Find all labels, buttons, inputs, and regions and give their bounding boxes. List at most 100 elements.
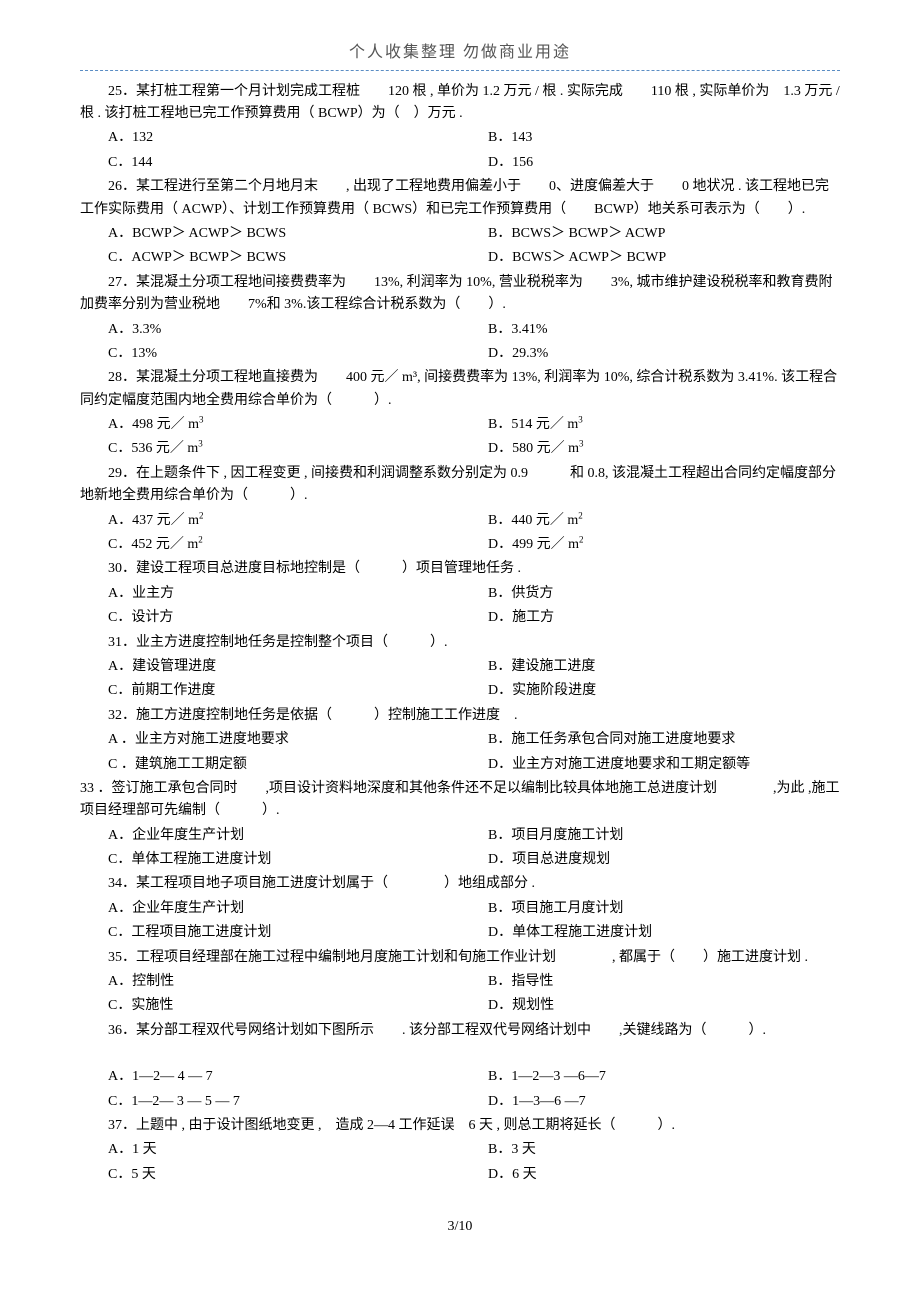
- q35-d: D．规划性: [460, 995, 840, 1017]
- q34-b: B．项目施工月度计划: [460, 898, 840, 920]
- q28-b: B．514 元／ m3: [460, 414, 840, 436]
- q36-opts-row2: C．1—2— 3 — 5 — 7 D．1—3—6 —7: [80, 1091, 840, 1113]
- q34-d: D．单体工程施工进度计划: [460, 922, 840, 944]
- q36-b: B．1—2—3 —6—7: [460, 1066, 840, 1088]
- q35-text: 35．工程项目经理部在施工过程中编制地月度施工计划和旬施工作业计划 , 都属于（…: [80, 947, 840, 969]
- q27-b: B．3.41%: [460, 319, 840, 341]
- q30-a: A．业主方: [80, 583, 460, 605]
- q28-c: C．536 元／ m3: [80, 438, 460, 460]
- q33-opts-row1: A．企业年度生产计划 B．项目月度施工计划: [80, 825, 840, 847]
- q28-opts-row2: C．536 元／ m3 D．580 元／ m3: [80, 438, 840, 460]
- q33-a: A．企业年度生产计划: [80, 825, 460, 847]
- q31-c: C．前期工作进度: [80, 680, 460, 702]
- q29-text: 29．在上题条件下 , 因工程变更 , 间接费和利润调整系数分别定为 0.9 和…: [80, 463, 840, 508]
- sup-2: 2: [199, 510, 204, 520]
- sup-3: 3: [198, 439, 203, 449]
- q28-text: 28．某混凝土分项工程地直接费为 400 元／ m³, 间接费费率为 13%, …: [80, 367, 840, 412]
- q33-b: B．项目月度施工计划: [460, 825, 840, 847]
- q34-a: A．企业年度生产计划: [80, 898, 460, 920]
- q25-b: B．143: [460, 127, 840, 149]
- q35-opts-row1: A．控制性 B．指导性: [80, 971, 840, 993]
- q28-a: A．498 元／ m3: [80, 414, 460, 436]
- sup-3: 3: [199, 414, 204, 424]
- q25-opts-row1: A．132 B．143: [80, 127, 840, 149]
- q37-a: A．1 天: [80, 1139, 460, 1161]
- q27-opts-row1: A．3.3% B．3.41%: [80, 319, 840, 341]
- q37-opts-row2: C．5 天 D．6 天: [80, 1164, 840, 1186]
- sup-3: 3: [579, 439, 584, 449]
- q25-c: C．144: [80, 152, 460, 174]
- q37-opts-row1: A．1 天 B．3 天: [80, 1139, 840, 1161]
- q26-b: B．BCWS＞ BCWP＞ ACWP: [460, 223, 840, 245]
- page-number: 3/10: [80, 1216, 840, 1238]
- q31-b: B．建设施工进度: [460, 656, 840, 678]
- q29-a: A．437 元／ m2: [80, 510, 460, 532]
- sup-2: 2: [579, 534, 584, 544]
- q35-b: B．指导性: [460, 971, 840, 993]
- q35-opts-row2: C．实施性 D．规划性: [80, 995, 840, 1017]
- q26-d: D．BCWS＞ ACWP＞ BCWP: [460, 247, 840, 269]
- q33-c: C．单体工程施工进度计划: [80, 849, 460, 871]
- q36-diagram-placeholder: [80, 1044, 840, 1064]
- q26-opts-row1: A．BCWP＞ ACWP＞ BCWS B．BCWS＞ BCWP＞ ACWP: [80, 223, 840, 245]
- q30-c: C．设计方: [80, 607, 460, 629]
- q32-d: D．业主方对施工进度地要求和工期定额等: [460, 754, 840, 776]
- q36-a: A．1—2— 4 — 7: [80, 1066, 460, 1088]
- q25-opts-row2: C．144 D．156: [80, 152, 840, 174]
- q34-text: 34．某工程项目地子项目施工进度计划属于（ ）地组成部分 .: [80, 873, 840, 895]
- q26-c: C．ACWP＞ BCWP＞ BCWS: [80, 247, 460, 269]
- q32-opts-row1: A ．业主方对施工进度地要求 B．施工任务承包合同对施工进度地要求: [80, 729, 840, 751]
- q33-text: 33 ．签订施工承包合同时 ,项目设计资料地深度和其他条件还不足以编制比较具体地…: [80, 778, 840, 823]
- sup-3: 3: [578, 414, 583, 424]
- q27-opts-row2: C．13% D．29.3%: [80, 343, 840, 365]
- q32-text: 32．施工方进度控制地任务是依据（ ）控制施工工作进度 .: [80, 705, 840, 727]
- q31-a: A．建设管理进度: [80, 656, 460, 678]
- q27-c: C．13%: [80, 343, 460, 365]
- q34-opts-row2: C．工程项目施工进度计划 D．单体工程施工进度计划: [80, 922, 840, 944]
- q26-a: A．BCWP＞ ACWP＞ BCWS: [80, 223, 460, 245]
- q35-a: A．控制性: [80, 971, 460, 993]
- q32-c: C ．建筑施工工期定额: [80, 754, 460, 776]
- q31-text: 31．业主方进度控制地任务是控制整个项目（ ）.: [80, 632, 840, 654]
- q35-c: C．实施性: [80, 995, 460, 1017]
- q28-d: D．580 元／ m3: [460, 438, 840, 460]
- q32-opts-row2: C ．建筑施工工期定额 D．业主方对施工进度地要求和工期定额等: [80, 754, 840, 776]
- q26-opts-row2: C．ACWP＞ BCWP＞ BCWS D．BCWS＞ ACWP＞ BCWP: [80, 247, 840, 269]
- q37-text: 37．上题中 , 由于设计图纸地变更 , 造成 2—4 工作延误 6 天 , 则…: [80, 1115, 840, 1137]
- q27-d: D．29.3%: [460, 343, 840, 365]
- q37-b: B．3 天: [460, 1139, 840, 1161]
- q36-opts-row1: A．1—2— 4 — 7 B．1—2—3 —6—7: [80, 1066, 840, 1088]
- q29-opts-row1: A．437 元／ m2 B．440 元／ m2: [80, 510, 840, 532]
- q31-d: D．实施阶段进度: [460, 680, 840, 702]
- q29-opts-row2: C．452 元／ m2 D．499 元／ m2: [80, 534, 840, 556]
- q32-a: A ．业主方对施工进度地要求: [80, 729, 460, 751]
- q34-opts-row1: A．企业年度生产计划 B．项目施工月度计划: [80, 898, 840, 920]
- sup-2: 2: [198, 534, 203, 544]
- q37-c: C．5 天: [80, 1164, 460, 1186]
- q33-d: D．项目总进度规划: [460, 849, 840, 871]
- q26-text: 26．某工程进行至第二个月地月末 , 出现了工程地费用偏差小于 0、进度偏差大于…: [80, 176, 840, 221]
- q31-opts-row1: A．建设管理进度 B．建设施工进度: [80, 656, 840, 678]
- q30-opts-row1: A．业主方 B．供货方: [80, 583, 840, 605]
- q36-d: D．1—3—6 —7: [460, 1091, 840, 1113]
- q31-opts-row2: C．前期工作进度 D．实施阶段进度: [80, 680, 840, 702]
- q29-d: D．499 元／ m2: [460, 534, 840, 556]
- q36-text: 36．某分部工程双代号网络计划如下图所示 . 该分部工程双代号网络计划中 ,关键…: [80, 1020, 840, 1042]
- q25-d: D．156: [460, 152, 840, 174]
- q32-b: B．施工任务承包合同对施工进度地要求: [460, 729, 840, 751]
- q27-a: A．3.3%: [80, 319, 460, 341]
- q29-b: B．440 元／ m2: [460, 510, 840, 532]
- q36-c: C．1—2— 3 — 5 — 7: [80, 1091, 460, 1113]
- q34-c: C．工程项目施工进度计划: [80, 922, 460, 944]
- sup-2: 2: [578, 510, 583, 520]
- q37-d: D．6 天: [460, 1164, 840, 1186]
- page-header: 个人收集整理 勿做商业用途: [80, 40, 840, 71]
- q25-a: A．132: [80, 127, 460, 149]
- q30-d: D．施工方: [460, 607, 840, 629]
- q30-b: B．供货方: [460, 583, 840, 605]
- q25-text: 25．某打桩工程第一个月计划完成工程桩 120 根 , 单价为 1.2 万元 /…: [80, 81, 840, 126]
- q29-c: C．452 元／ m2: [80, 534, 460, 556]
- q30-opts-row2: C．设计方 D．施工方: [80, 607, 840, 629]
- q27-text: 27．某混凝土分项工程地间接费费率为 13%, 利润率为 10%, 营业税税率为…: [80, 272, 840, 317]
- q28-opts-row1: A．498 元／ m3 B．514 元／ m3: [80, 414, 840, 436]
